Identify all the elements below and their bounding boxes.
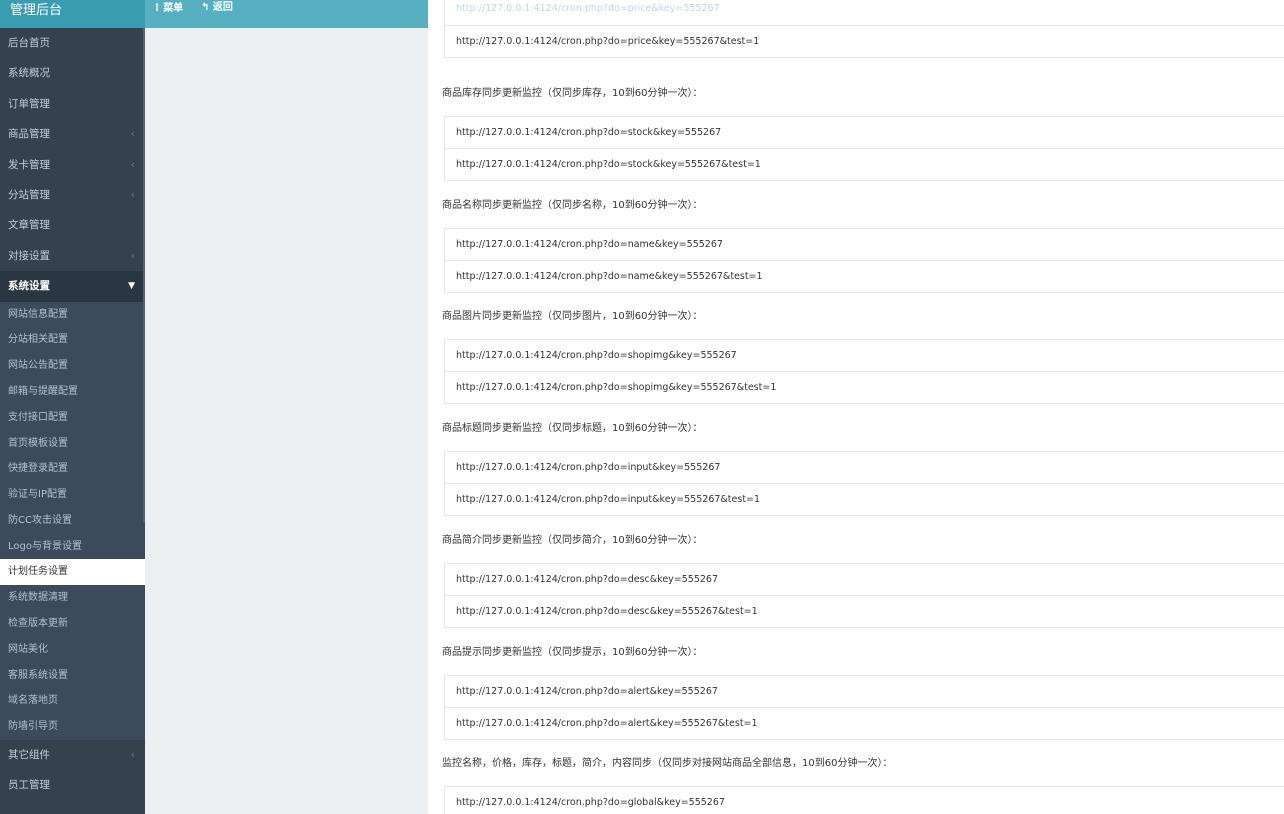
url-list-box: http://127.0.0.1:4124/cron.php?do=price&… [444,0,1284,58]
sidebar-item[interactable]: 其它组件 ‹ [0,740,145,770]
sidebar-item-label: 系统概况 [8,67,50,80]
sidebar-item-label: 发卡管理 [8,158,50,171]
submenu-item[interactable]: 邮箱与提醒配置 [0,379,145,405]
sidebar-item-label: 分站管理 [8,188,50,201]
submenu-item[interactable]: 快捷登录配置 [0,456,145,482]
cron-url[interactable]: http://127.0.0.1:4124/cron.php?do=shopim… [445,371,1284,403]
submenu-item[interactable]: 客服系统设置 [0,663,145,689]
cron-url[interactable]: http://127.0.0.1:4124/cron.php?do=stock&… [445,148,1284,180]
url-list-box: http://127.0.0.1:4124/cron.php?do=shopim… [444,339,1284,405]
chevron-left-icon: ‹ [130,127,135,141]
sidebar-item-label: 对接设置 [8,249,50,262]
sidebar-item-label: 其它组件 [8,749,50,762]
monitor-section-label: 商品标题同步更新监控（仅同步标题，10到60分钟一次）： [442,423,703,435]
submenu-item[interactable]: 防CC攻击设置 [0,508,145,534]
submenu-item[interactable]: 网站公告配置 [0,353,145,379]
back-label: 返回 [212,2,233,13]
sidebar: 管理后台 后台首页系统概况订单管理商品管理 ‹ 发卡管理 ‹ 分站管理 ‹ 文章管理对接设置… [0,0,145,814]
sidebar-item[interactable]: 后台首页 [0,28,145,58]
chevron-left-icon: ‹ [130,187,135,201]
monitor-section-label: 监控名称，价格，库存，标题，简介，内容同步（仅同步对接网站商品全部信息，10到6… [442,758,893,770]
cron-url[interactable]: http://127.0.0.1:4124/cron.php?do=desc&k… [445,564,1284,595]
submenu-item[interactable]: 防墙引导页 [0,714,145,740]
submenu-item[interactable]: Logo与背景设置 [0,534,145,560]
cron-url[interactable]: http://127.0.0.1:4124/cron.php?do=price&… [445,25,1284,57]
monitor-section-label: 商品库存同步更新监控（仅同步库存，10到60分钟一次）： [442,88,703,99]
sidebar-item-label: 文章管理 [8,219,50,232]
cron-url[interactable]: http://127.0.0.1:4124/cron.php?do=desc&k… [445,594,1284,627]
submenu-item[interactable]: 系统数据清理 [0,585,145,611]
submenu-item[interactable]: 支付接口配置 [0,405,145,431]
submenu-item[interactable]: 域名落地页 [0,688,145,714]
chevron-left-icon: ‹ [130,248,135,262]
cron-content-panel: http://127.0.0.1:4124/cron.php?do=price&… [428,0,1284,814]
menu-toggle-label: 菜单 [163,3,184,14]
sidebar-item[interactable]: 文章管理 [0,210,145,240]
monitor-section-label: 商品图片同步更新监控（仅同步图片，10到60分钟一次）： [442,311,703,323]
back-button[interactable]: ↰ 返回 [201,0,233,16]
monitor-section-label: 商品简介同步更新监控（仅同步简介，10到60分钟一次）： [442,534,703,546]
submenu-item[interactable]: 验证与IP配置 [0,482,145,508]
url-list-box: http://127.0.0.1:4124/cron.php?do=stock&… [444,116,1284,181]
sidebar-item[interactable]: 订单管理 [0,89,145,119]
cron-url[interactable]: http://127.0.0.1:4124/cron.php?do=global… [445,787,1284,814]
sidebar-item-label: 商品管理 [8,128,50,141]
cron-url[interactable]: http://127.0.0.1:4124/cron.php?do=name&k… [445,229,1284,260]
submenu-item[interactable]: 检查版本更新 [0,611,145,637]
sidebar-scrollbar[interactable] [143,28,145,523]
sidebar-item[interactable]: 分站管理 ‹ [0,180,145,210]
chevron-down-icon: ▼ [128,281,135,292]
url-list-box: http://127.0.0.1:4124/cron.php?do=desc&k… [444,562,1284,628]
sidebar-item[interactable]: 商品管理 ‹ [0,119,145,149]
back-arrow-icon: ↰ [201,2,213,13]
submenu-item[interactable]: 网站信息配置 [0,302,145,328]
sidebar-item-system-settings[interactable]: 系统设置 ▼ [0,271,145,302]
cron-url[interactable]: http://127.0.0.1:4124/cron.php?do=shopim… [445,340,1284,371]
sidebar-item-label: 员工管理 [8,779,50,792]
chevron-left-icon: ‹ [130,157,135,171]
cron-url[interactable]: http://127.0.0.1:4124/cron.php?do=name&k… [445,259,1284,292]
submenu-item[interactable]: 首页模板设置 [0,431,145,457]
submenu-item[interactable]: 计划任务设置 [0,559,145,586]
brand-title: 管理后台 [0,0,145,28]
cron-url[interactable]: http://127.0.0.1:4124/cron.php?do=stock&… [445,117,1284,148]
url-list-box: http://127.0.0.1:4124/cron.php?do=alert&… [444,674,1284,740]
url-list-box: http://127.0.0.1:4124/cron.php?do=name&k… [444,227,1284,293]
monitor-section-label: 商品提示同步更新监控（仅同步提示，10到60分钟一次）： [442,646,703,658]
chevron-left-icon: ‹ [130,748,135,762]
menu-toggle-button[interactable]: ⁞ 菜单 [155,0,183,17]
cron-url[interactable]: http://127.0.0.1:4124/cron.php?do=input&… [445,452,1284,483]
cron-url[interactable]: http://127.0.0.1:4124/cron.php?do=alert&… [445,706,1284,739]
submenu-item[interactable]: 网站美化 [0,637,145,663]
sidebar-item-label: 订单管理 [8,97,50,110]
sidebar-item-label: 系统设置 [8,280,50,293]
sidebar-menu: 后台首页系统概况订单管理商品管理 ‹ 发卡管理 ‹ 分站管理 ‹ 文章管理对接设置 ‹ 系统设置… [0,28,145,801]
cron-url[interactable]: http://127.0.0.1:4124/cron.php?do=alert&… [445,676,1284,707]
sidebar-item-label: 后台首页 [8,37,50,49]
cron-url[interactable]: http://127.0.0.1:4124/cron.php?do=price&… [445,0,1284,25]
menu-bars-icon: ⁞ [155,1,160,14]
sidebar-item[interactable]: 系统概况 [0,58,145,88]
sidebar-item[interactable]: 发卡管理 ‹ [0,150,145,180]
url-list-box: http://127.0.0.1:4124/cron.php?do=global… [444,786,1284,814]
cron-url[interactable]: http://127.0.0.1:4124/cron.php?do=input&… [445,483,1284,515]
sidebar-item[interactable]: 对接设置 ‹ [0,241,145,271]
sidebar-item[interactable]: 员工管理 [0,770,145,800]
submenu-item[interactable]: 分站相关配置 [0,327,145,353]
url-list-box: http://127.0.0.1:4124/cron.php?do=input&… [444,451,1284,517]
monitor-section-label: 商品名称同步更新监控（仅同步名称，10到60分钟一次）： [442,199,703,211]
sidebar-submenu: 网站信息配置 分站相关配置 网站公告配置 邮箱与提醒配置 支付接口配置 首页模板设置 快捷登… [0,301,145,741]
